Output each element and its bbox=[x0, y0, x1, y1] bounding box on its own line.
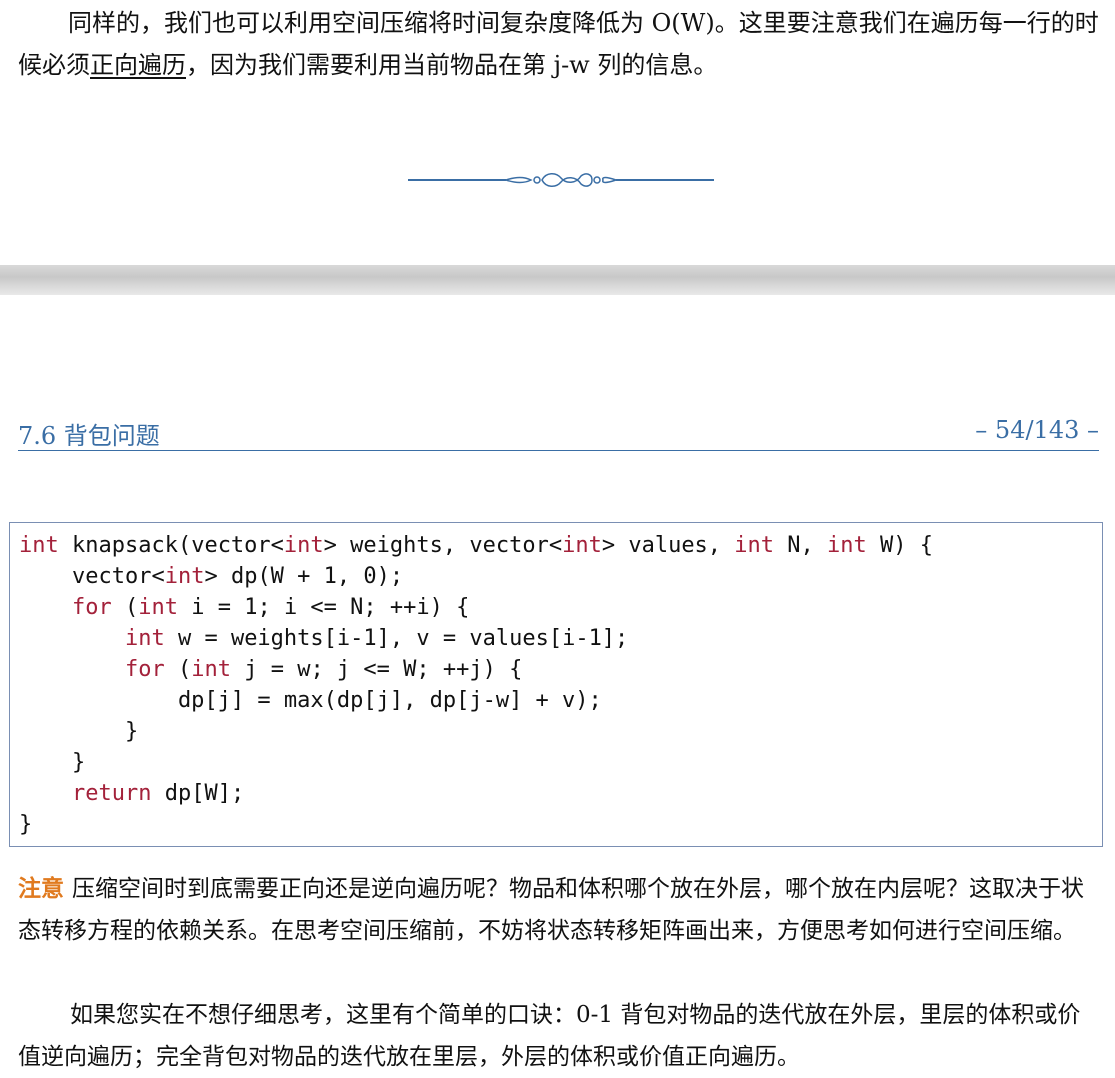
code-token: w = weights[i-1], v = values[i-1]; bbox=[164, 626, 629, 651]
code-keyword: int bbox=[283, 533, 324, 558]
para1-text-after: ，因为我们需要利用当前物品在第 j-w 列的信息。 bbox=[186, 51, 718, 79]
note-paragraph: 注意 压缩空间时到底需要正向还是逆向遍历呢？物品和体积哪个放在外层，哪个放在内层呢… bbox=[18, 868, 1100, 952]
code-token: i = 1; i <= N; ++i) { bbox=[177, 595, 470, 620]
section-title: 7.6 背包问题 bbox=[18, 422, 160, 450]
code-token: } bbox=[19, 812, 33, 837]
paragraph-mnemonic: 如果您实在不想仔细思考，这里有个简单的口诀：0-1 背包对物品的迭代放在外层，里… bbox=[18, 1002, 1081, 1070]
code-token: > dp(W + 1, 0); bbox=[204, 564, 404, 589]
code-keyword: int bbox=[138, 595, 178, 620]
code-keyword: int bbox=[191, 657, 231, 682]
code-token: > weights, vector< bbox=[323, 533, 563, 558]
code-line: vector<int> dp(W + 1, 0); bbox=[19, 561, 1102, 592]
code-token: ( bbox=[164, 657, 192, 682]
code-line: dp[j] = max(dp[j], dp[j-w] + v); bbox=[19, 685, 1102, 716]
code-keyword: return bbox=[71, 781, 152, 806]
code-token: > values, bbox=[601, 533, 735, 558]
note-text: 压缩空间时到底需要正向还是逆向遍历呢？物品和体积哪个放在外层，哪个放在内层呢？这… bbox=[18, 876, 1084, 944]
code-token: j = w; j <= W; ++j) { bbox=[230, 657, 523, 682]
code-token: ( bbox=[111, 595, 139, 620]
code-line: } bbox=[19, 747, 1102, 778]
code-line: } bbox=[19, 716, 1102, 747]
code-keyword: int bbox=[124, 626, 165, 651]
code-line: for (int j = w; j <= W; ++j) { bbox=[19, 654, 1102, 685]
code-keyword: int bbox=[827, 533, 867, 558]
page-header: 7.6 背包问题 – 54/143 – bbox=[18, 414, 1099, 451]
code-block: int knapsack(vector<int> weights, vector… bbox=[9, 522, 1103, 847]
code-keyword: for bbox=[71, 595, 112, 620]
code-line: for (int i = 1; i <= N; ++i) { bbox=[19, 592, 1102, 623]
code-token: knapsack(vector< bbox=[58, 533, 284, 558]
code-keyword: for bbox=[124, 657, 165, 682]
note-label: 注意 bbox=[18, 875, 64, 902]
code-keyword: int bbox=[19, 533, 59, 558]
code-line: } bbox=[19, 809, 1102, 840]
paragraph-space-compression: 同样的，我们也可以利用空间压缩将时间复杂度降低为 O(W)。这里要注意我们在遍历… bbox=[18, 2, 1108, 86]
ornamental-divider-icon bbox=[408, 173, 714, 187]
code-token: vector< bbox=[19, 564, 165, 589]
code-keyword: int bbox=[562, 533, 602, 558]
page-separator bbox=[0, 265, 1115, 295]
code-line: int knapsack(vector<int> weights, vector… bbox=[19, 530, 1102, 561]
code-line: return dp[W]; bbox=[19, 778, 1102, 809]
code-token: W) { bbox=[866, 533, 934, 558]
code-token: } bbox=[19, 719, 139, 744]
code-token: N, bbox=[774, 533, 828, 558]
code-keyword: int bbox=[164, 564, 205, 589]
code-keyword: int bbox=[734, 533, 775, 558]
code-token: dp[j] = max(dp[j], dp[j-w] + v); bbox=[19, 688, 602, 713]
page-number: – 54/143 – bbox=[975, 416, 1099, 444]
code-token: dp[W]; bbox=[151, 781, 245, 806]
code-line: int w = weights[i-1], v = values[i-1]; bbox=[19, 623, 1102, 654]
code-token: } bbox=[19, 750, 86, 775]
para1-underlined-text: 正向遍历 bbox=[90, 51, 186, 79]
